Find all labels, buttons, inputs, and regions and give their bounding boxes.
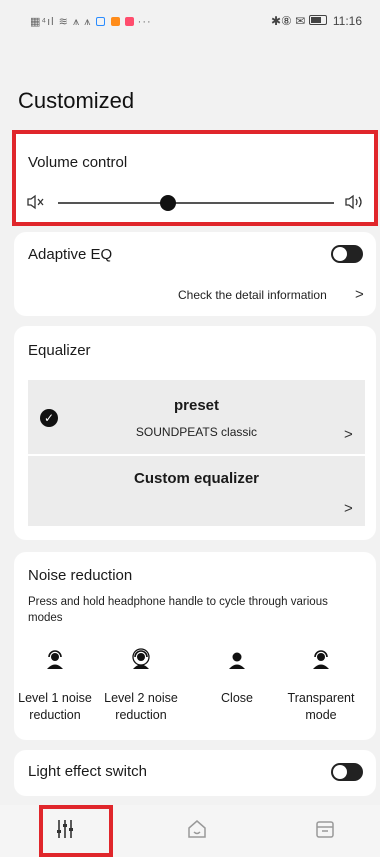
tab-home[interactable]: [182, 817, 212, 847]
page-title: Customized: [18, 88, 135, 113]
mode-label: Close: [221, 691, 253, 705]
adaptive-eq-card: Adaptive EQ Check the detail information…: [14, 232, 376, 316]
equalizer-title: Equalizer: [28, 342, 91, 359]
mode-label: Level 1 noise reduction: [18, 691, 92, 722]
person-headphone-icon: [313, 650, 329, 669]
light-effect-label: Light effect switch: [28, 763, 147, 780]
adaptive-eq-toggle[interactable]: [331, 245, 363, 263]
eq-custom-option[interactable]: Custom equalizer >: [28, 456, 365, 526]
status-icons-right: ✱⑧ ✉ 11:16: [271, 14, 362, 28]
network-icons: ▦⁴ıl ≋ ⩚ ⩚: [30, 16, 92, 28]
eq-preset-sublabel: SOUNDPEATS classic: [135, 425, 258, 439]
light-effect-card: Light effect switch: [14, 750, 376, 796]
mode-transparent[interactable]: Transparent mode: [280, 648, 362, 724]
mode-close[interactable]: Close: [196, 648, 278, 707]
person-icon: [229, 652, 245, 669]
mode-level2-noise-reduction[interactable]: Level 2 noise reduction: [100, 648, 182, 724]
tab-store[interactable]: [310, 817, 340, 847]
noise-reduction-description: Press and hold headphone handle to cycle…: [28, 596, 328, 624]
mode-label: Level 2 noise reduction: [104, 691, 178, 722]
status-time: 11:16: [332, 14, 362, 28]
app-notification-icon: [124, 17, 134, 26]
home-icon: [188, 820, 206, 838]
equalizer-card: Equalizer ✓ preset SOUNDPEATS classic > …: [14, 326, 376, 540]
volume-highlight-box: [12, 130, 378, 226]
noise-reduction-title: Noise reduction: [28, 567, 133, 584]
mode-level1-noise-reduction[interactable]: Level 1 noise reduction: [14, 648, 96, 724]
chevron-right-icon: >: [344, 426, 353, 443]
detail-information-link[interactable]: Check the detail information: [178, 288, 327, 302]
app-notification-icon: [110, 17, 120, 26]
noise-reduction-card: Noise reduction Press and hold headphone…: [14, 552, 376, 740]
mode-label: Transparent mode: [287, 691, 355, 722]
battery-icon: [308, 15, 327, 25]
chevron-right-icon[interactable]: >: [355, 286, 364, 303]
more-notifications-icon: ···: [137, 16, 152, 28]
person-headphone-ring-icon: [132, 648, 150, 669]
light-effect-toggle[interactable]: [331, 763, 363, 781]
app-notification-icon: [96, 17, 106, 26]
bluetooth-alarm-icons: ✱⑧ ✉: [270, 14, 306, 28]
eq-preset-label: preset: [173, 397, 220, 414]
status-icons-left: ▦⁴ıl ≋ ⩚ ⩚ ···: [30, 15, 152, 29]
store-icon: [316, 821, 334, 838]
person-headphone-icon: [47, 650, 63, 669]
chevron-right-icon: >: [344, 500, 353, 517]
eq-preset-option[interactable]: ✓ preset SOUNDPEATS classic >: [28, 380, 365, 454]
eq-custom-label: Custom equalizer: [133, 470, 260, 487]
adaptive-eq-label: Adaptive EQ: [28, 246, 113, 263]
tab-highlight-box: [39, 805, 113, 857]
status-bar: ▦⁴ıl ≋ ⩚ ⩚ ··· ✱⑧ ✉ 11:16: [0, 0, 380, 40]
